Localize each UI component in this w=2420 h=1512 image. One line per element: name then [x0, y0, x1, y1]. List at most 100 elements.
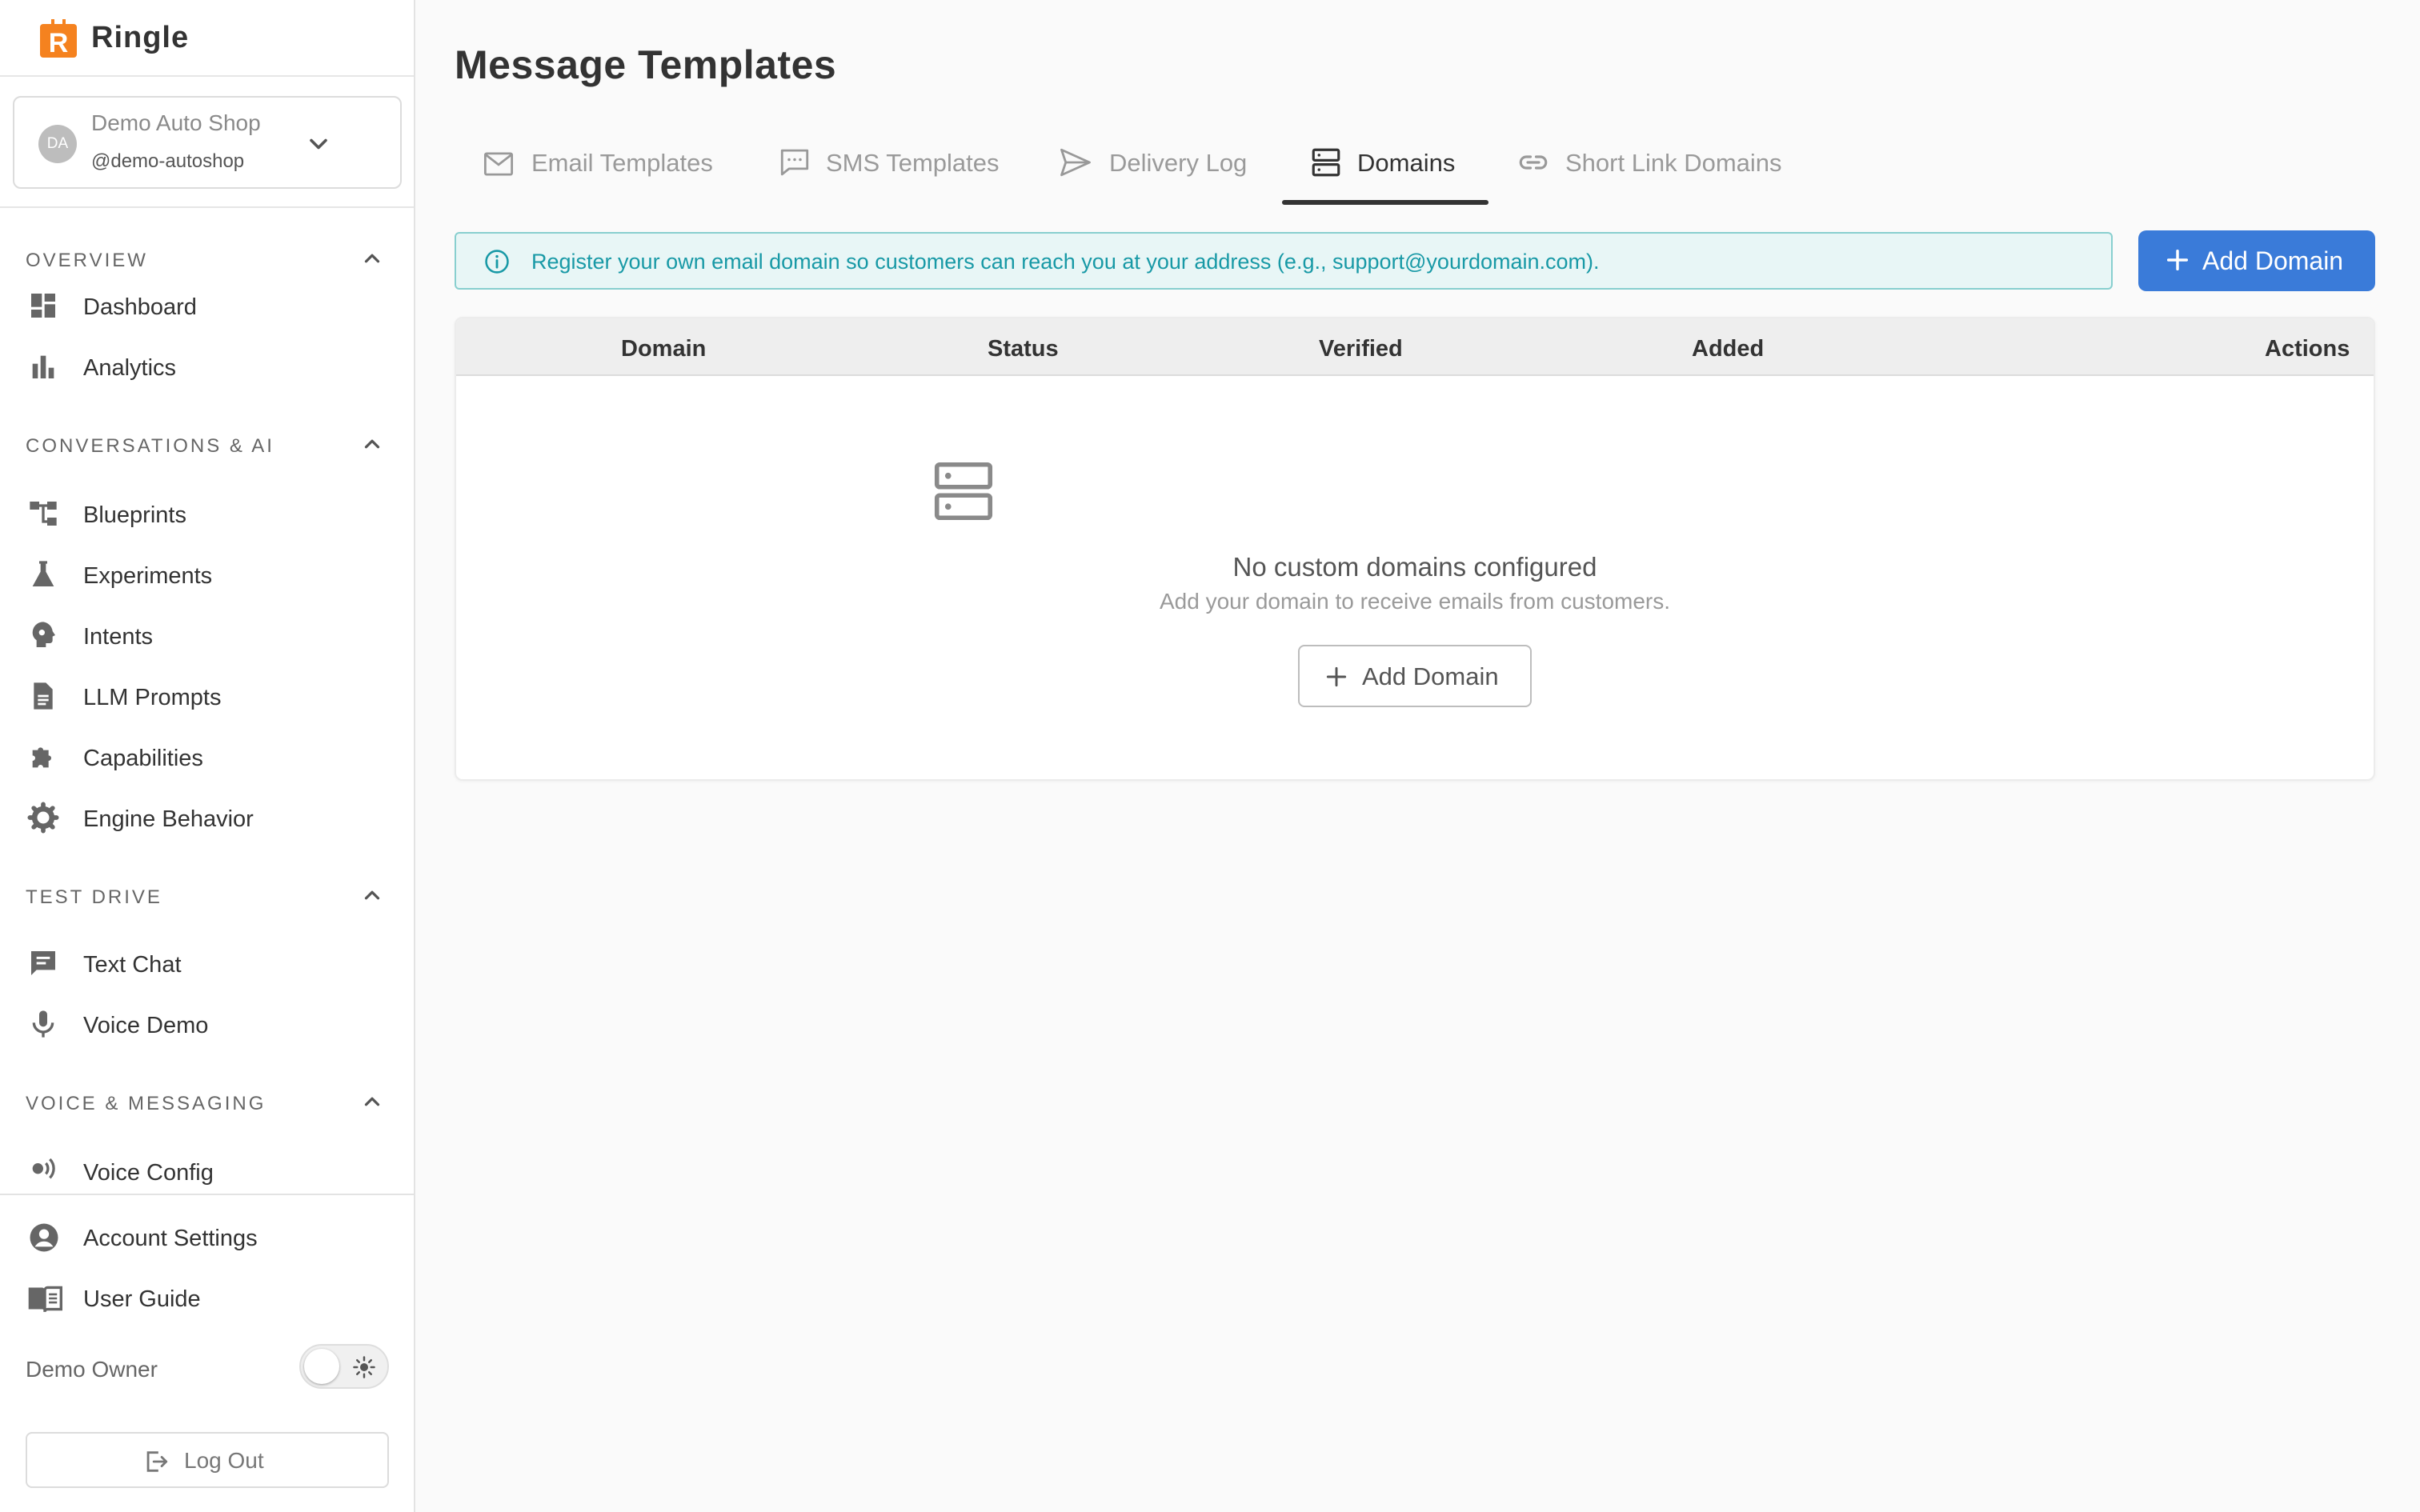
- sidebar-item-label: Capabilities: [83, 746, 203, 771]
- page-title: Message Templates: [455, 42, 837, 87]
- sidebar-item-analytics[interactable]: Analytics: [0, 330, 414, 390]
- tab-label: Domains: [1357, 149, 1456, 177]
- mail-icon: [482, 147, 515, 181]
- chevron-down-icon: [304, 130, 333, 158]
- tab-domains[interactable]: Domains: [1282, 128, 1488, 205]
- tab-delivery-log[interactable]: Delivery Log: [1056, 128, 1296, 205]
- user-guide-label: User Guide: [83, 1286, 201, 1312]
- section-header-test-drive[interactable]: TEST DRIVE: [0, 842, 414, 926]
- sidebar-item-llm-prompts[interactable]: LLM Prompts: [0, 659, 414, 720]
- send-icon: [1058, 146, 1093, 179]
- user-circle-icon: [27, 1221, 62, 1256]
- ringle-logo-icon: R: [38, 19, 78, 58]
- account-settings-label: Account Settings: [83, 1226, 258, 1251]
- book-icon: [27, 1282, 62, 1317]
- sidebar-item-label: Voice Demo: [83, 1013, 209, 1038]
- section-header-overview[interactable]: OVERVIEW: [0, 208, 414, 271]
- tab-label: Short Link Domains: [1565, 149, 1782, 177]
- tab-label: Delivery Log: [1109, 149, 1248, 177]
- tab-email-templates[interactable]: Email Templates: [455, 128, 741, 205]
- chat-icon: [27, 947, 61, 981]
- sidebar-item-label: Analytics: [83, 355, 177, 381]
- svg-text:R: R: [49, 28, 69, 58]
- info-icon: [483, 248, 511, 275]
- account-switcher[interactable]: DA Demo Auto Shop @demo-autoshop: [13, 96, 402, 189]
- sidebar-item-text-chat[interactable]: Text Chat: [0, 926, 414, 987]
- sidebar-item-capabilities[interactable]: Capabilities: [0, 720, 414, 781]
- app-name: Ringle: [91, 21, 190, 54]
- sidebar-item-label: Intents: [83, 624, 154, 650]
- link-icon: [1516, 146, 1551, 179]
- theme-toggle[interactable]: [299, 1344, 389, 1389]
- section-title: TEST DRIVE: [26, 886, 162, 908]
- chevron-up-icon: [360, 883, 384, 907]
- sidebar-item-engine-behavior[interactable]: Engine Behavior: [0, 781, 414, 842]
- section-voice-messaging: VOICE & MESSAGING Voice Config: [0, 1048, 414, 1194]
- section-test-drive: TEST DRIVE Text Chat Voice Demo: [0, 842, 414, 1048]
- puzzle-icon: [27, 741, 61, 774]
- account-settings-link[interactable]: Account Settings: [0, 1208, 414, 1264]
- empty-state-add-domain-button[interactable]: Add Domain: [1298, 645, 1532, 707]
- logout-icon: [142, 1448, 170, 1475]
- tab-sms-templates[interactable]: SMS Templates: [775, 128, 1039, 205]
- sidebar-item-dashboard[interactable]: Dashboard: [0, 269, 414, 330]
- chevron-up-icon: [360, 432, 384, 456]
- sidebar-item-label: LLM Prompts: [83, 685, 222, 710]
- sidebar-item-label: Engine Behavior: [83, 806, 254, 832]
- account-handle: @demo-autoshop: [91, 150, 245, 172]
- add-domain-button[interactable]: Add Domain: [2138, 230, 2375, 291]
- info-banner: Register your own email domain so custom…: [455, 232, 2113, 290]
- section-title: VOICE & MESSAGING: [26, 1093, 266, 1114]
- active-tab-indicator: [1282, 200, 1488, 205]
- dashboard-icon: [27, 290, 61, 323]
- tab-label: SMS Templates: [826, 149, 1000, 177]
- flowchart-icon: [27, 498, 61, 531]
- domains-table: Domain Status Verified Added Actions: [455, 317, 2375, 781]
- tab-short-link-domains[interactable]: Short Link Domains: [1514, 128, 1834, 205]
- microphone-icon: [27, 1008, 61, 1042]
- sidebar-item-label: Dashboard: [83, 294, 197, 320]
- sidebar: R Ringle DA Demo Auto Shop @demo-autosho…: [0, 0, 415, 1512]
- current-user-name: Demo Owner: [26, 1357, 158, 1382]
- sidebar-item-label: Voice Config: [83, 1160, 214, 1186]
- sidebar-item-voice-config[interactable]: Voice Config: [0, 1134, 414, 1194]
- column-header-status[interactable]: Status: [988, 336, 1059, 362]
- table-header: Domain Status Verified Added Actions: [456, 318, 2374, 376]
- bar-chart-icon: [27, 350, 61, 384]
- column-header-actions: Actions: [2265, 336, 2350, 362]
- sidebar-item-blueprints[interactable]: Blueprints: [0, 477, 414, 538]
- gear-icon: [27, 802, 61, 835]
- plus-icon: [1324, 664, 1349, 690]
- sun-icon: [352, 1355, 376, 1379]
- server-icon: [930, 458, 997, 529]
- info-banner-text: Register your own email domain so custom…: [531, 250, 1600, 274]
- plus-icon: [2164, 246, 2191, 274]
- chevron-up-icon: [360, 246, 384, 270]
- sidebar-item-label: Blueprints: [83, 502, 186, 528]
- section-header-conversations-ai[interactable]: CONVERSATIONS & AI: [0, 390, 414, 477]
- sidebar-item-voice-demo[interactable]: Voice Demo: [0, 987, 414, 1048]
- sidebar-footer: Account Settings User Guide Demo Owner L…: [0, 1194, 414, 1512]
- account-name: Demo Auto Shop: [91, 110, 261, 135]
- logout-button[interactable]: Log Out: [26, 1432, 389, 1488]
- sidebar-nav[interactable]: OVERVIEW Dashboard Analytics CONVERSATIO…: [0, 208, 414, 1194]
- voice-config-icon: [27, 1155, 61, 1189]
- column-header-domain[interactable]: Domain: [621, 336, 706, 362]
- section-header-voice-messaging[interactable]: VOICE & MESSAGING: [0, 1048, 414, 1134]
- section-title: CONVERSATIONS & AI: [26, 435, 274, 457]
- column-header-added[interactable]: Added: [1692, 336, 1764, 362]
- section-conversations-ai: CONVERSATIONS & AI Blueprints Experiment…: [0, 390, 414, 842]
- sidebar-item-label: Text Chat: [83, 952, 182, 978]
- logout-label: Log Out: [184, 1448, 264, 1473]
- toggle-knob: [304, 1349, 339, 1384]
- tab-bar: Email Templates SMS Templates Delivery L…: [455, 128, 2375, 205]
- tab-label: Email Templates: [531, 149, 713, 177]
- user-guide-link[interactable]: User Guide: [0, 1269, 414, 1325]
- empty-state-title: No custom domains configured: [1232, 552, 1597, 582]
- chevron-up-icon: [360, 1090, 384, 1114]
- empty-state-add-domain-label: Add Domain: [1362, 662, 1499, 690]
- brain-icon: [27, 619, 61, 653]
- empty-state-subtitle: Add your domain to receive emails from c…: [1159, 589, 1671, 614]
- column-header-verified[interactable]: Verified: [1319, 336, 1403, 362]
- sms-icon: [778, 146, 811, 179]
